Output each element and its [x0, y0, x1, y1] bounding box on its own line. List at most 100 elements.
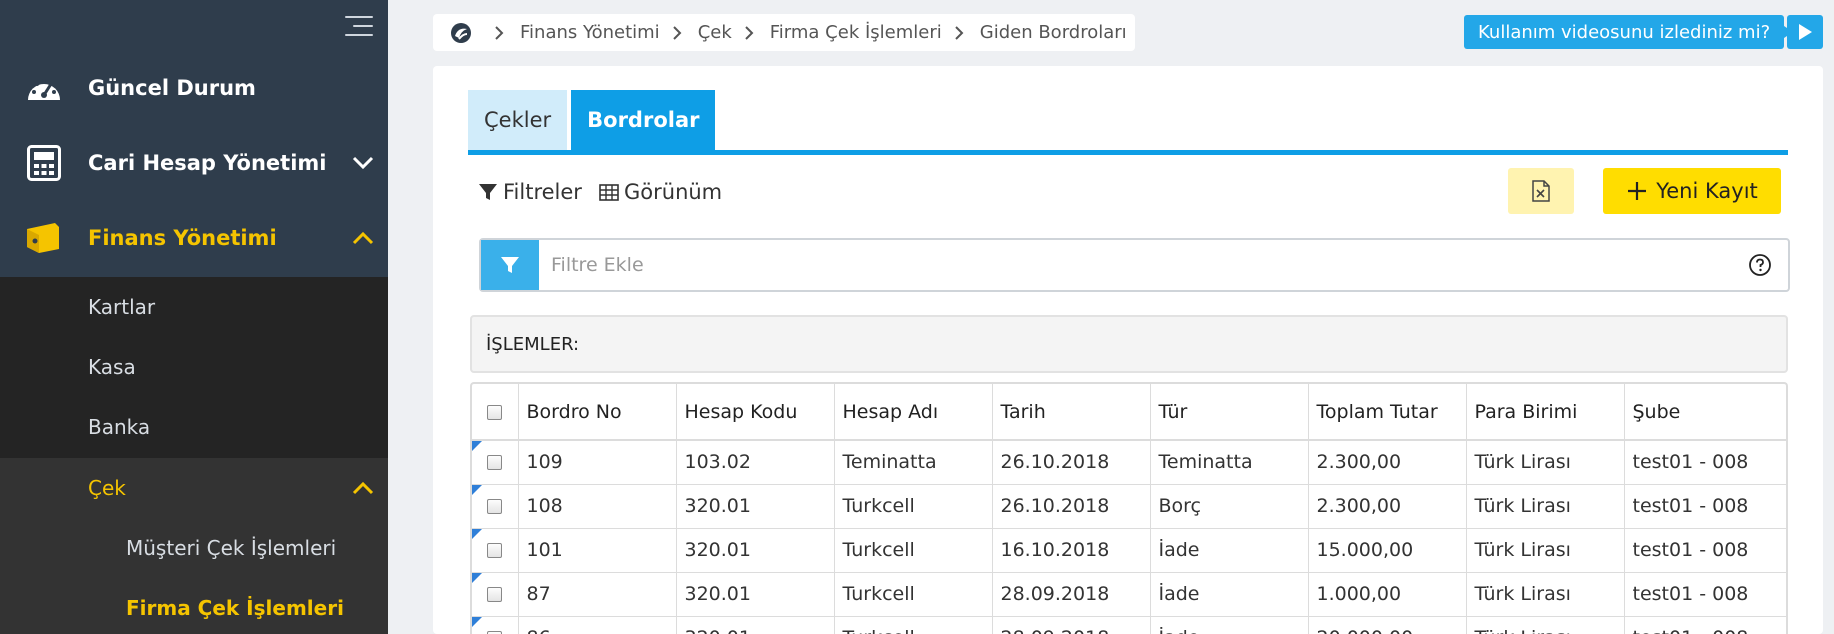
table-cell: 109 — [518, 440, 677, 485]
sidebar-item-label: Kasa — [88, 355, 136, 379]
select-all-checkbox[interactable] — [487, 404, 503, 420]
table-row[interactable]: 86320.01Turkcell28.09.2018İade20.000,00T… — [472, 616, 1786, 634]
select-all-cell — [472, 384, 519, 441]
home-logo-icon[interactable] — [450, 22, 472, 44]
table-cell: Türk Lirası — [1466, 572, 1625, 617]
table-cell: Borç — [1150, 484, 1309, 529]
row-marker — [472, 572, 482, 583]
row-select-cell — [472, 484, 519, 529]
row-marker — [472, 528, 482, 539]
column-header[interactable]: Tür — [1150, 384, 1309, 441]
sidebar-item-banka[interactable]: Banka — [0, 397, 388, 457]
breadcrumb-item[interactable]: Çek — [698, 22, 732, 43]
table-header-row: Bordro No Hesap Kodu Hesap Adı Tarih Tür… — [472, 384, 1786, 441]
row-checkbox[interactable] — [487, 587, 503, 602]
row-select-cell — [472, 572, 519, 617]
table-body: 109 103.02 Teminatta 26.10.2018 Teminatta 2.3… — [472, 440, 1786, 634]
filters-toggle[interactable]: Filtreler — [477, 180, 582, 204]
tab-underline — [468, 150, 1788, 155]
column-header[interactable]: Hesap Adı — [834, 384, 993, 441]
sidebar-item-label: Kartlar — [88, 295, 156, 319]
operations-bar: İŞLEMLER: — [470, 315, 1788, 373]
row-checkbox[interactable] — [487, 543, 503, 558]
row-marker — [472, 484, 482, 495]
table-row[interactable]: 109 103.02 Teminatta 26.10.2018 Teminatta 2.3… — [472, 440, 1786, 485]
tab-label: Bordrolar — [587, 108, 700, 132]
column-header[interactable]: Hesap Kodu — [676, 384, 835, 441]
calculator-icon — [24, 143, 64, 183]
table-cell: 320.01 — [676, 572, 835, 617]
sidebar-item-kartlar[interactable]: Kartlar — [0, 277, 388, 337]
table-cell: İade — [1150, 616, 1309, 634]
sidebar-item-cari-hesap[interactable]: Cari Hesap Yönetimi — [0, 125, 388, 200]
sidebar-item-kasa[interactable]: Kasa — [0, 337, 388, 397]
table-row[interactable]: 101 320.01 Turkcell 16.10.2018 İade 15.000,00… — [472, 528, 1786, 573]
video-play-button[interactable] — [1787, 15, 1823, 49]
table-cell: Turkcell — [834, 572, 993, 617]
table-cell: test01 - 008 — [1624, 572, 1786, 617]
sidebar-item-finans-yonetimi[interactable]: Finans Yönetimi — [0, 200, 388, 275]
table-cell: Türk Lirası — [1466, 528, 1625, 573]
play-icon — [1799, 24, 1812, 40]
breadcrumb-item[interactable]: Finans Yönetimi — [520, 22, 660, 43]
table-cell: 320.01 — [676, 616, 835, 634]
chevron-right-icon — [745, 25, 754, 40]
table-cell: 26.10.2018 — [992, 484, 1151, 529]
tab-label: Çekler — [484, 108, 552, 132]
row-checkbox[interactable] — [487, 455, 503, 471]
view-toggle[interactable]: Görünüm — [598, 180, 722, 204]
breadcrumb-item[interactable]: Firma Çek İşlemleri — [770, 22, 942, 43]
table-cell: 108 — [518, 484, 677, 529]
chevron-right-icon — [495, 25, 504, 40]
plus-icon — [1628, 182, 1647, 200]
main-panel: Çekler Bordrolar Filtreler Görünüm Yeni … — [433, 66, 1823, 634]
column-header[interactable]: Bordro No — [518, 384, 677, 441]
sidebar-item-label: Çek — [88, 476, 126, 500]
table-cell: Turkcell — [834, 616, 993, 634]
table-cell: 26.10.2018 — [992, 440, 1151, 485]
column-header[interactable]: Tarih — [992, 384, 1151, 441]
row-checkbox[interactable] — [487, 499, 503, 514]
chevron-right-icon — [672, 25, 682, 40]
column-header[interactable]: Toplam Tutar — [1308, 384, 1467, 441]
sidebar-item-label: Finans Yönetimi — [88, 225, 277, 250]
table-row[interactable]: 87 320.01 Turkcell 28.09.2018 İade 1.000,00 Tü… — [472, 572, 1786, 617]
sidebar-item-musteri-cek[interactable]: Müşteri Çek İşlemleri — [0, 518, 388, 578]
sidebar-item-firma-cek[interactable]: Firma Çek İşlemleri — [0, 578, 388, 634]
table-cell: 15.000,00 — [1308, 528, 1467, 573]
tab-bordrolar[interactable]: Bordrolar — [571, 90, 716, 150]
excel-export-button[interactable] — [1508, 168, 1574, 214]
video-tip-bubble[interactable]: Kullanım videosunu izlediniz mi? — [1464, 15, 1794, 49]
funnel-icon — [479, 184, 497, 200]
breadcrumb: Finans Yönetimi Çek Firma Çek İşlemleri … — [433, 14, 1135, 51]
table-cell: Türk Lirası — [1466, 616, 1625, 634]
table-cell: test01 - 008 — [1624, 616, 1786, 634]
sidebar-item-guncel-durum[interactable]: Güncel Durum — [0, 50, 388, 125]
table-cell: Turkcell — [834, 484, 993, 529]
cek-submenu: Çek Müşteri Çek İşlemleri Firma Çek İşle… — [0, 458, 388, 634]
table-cell: 101 — [518, 528, 677, 573]
wallet-icon — [24, 218, 64, 258]
row-marker — [472, 616, 482, 627]
table-cell: 2.300,00 — [1308, 440, 1467, 485]
table-cell: 16.10.2018 — [992, 528, 1151, 573]
table-cell: 2.300,00 — [1308, 484, 1467, 529]
column-header[interactable]: Şube — [1624, 384, 1786, 441]
sidebar-item-cek[interactable]: Çek — [0, 458, 388, 518]
table-cell: 28.09.2018 — [992, 616, 1151, 634]
chevron-right-icon — [955, 25, 964, 40]
column-header[interactable]: Para Birimi — [1466, 384, 1625, 441]
records-table: Bordro No Hesap Kodu Hesap Adı Tarih Tür… — [472, 384, 1786, 634]
table-grid-icon — [599, 184, 619, 201]
filter-input[interactable] — [539, 240, 1748, 290]
table-cell: İade — [1150, 528, 1309, 573]
new-record-button[interactable]: Yeni Kayıt — [1603, 168, 1781, 214]
table-cell: 1.000,00 — [1308, 572, 1467, 617]
hamburger-menu-icon[interactable] — [345, 14, 373, 38]
help-icon[interactable] — [1748, 253, 1772, 277]
tab-cekler[interactable]: Çekler — [468, 90, 568, 150]
finans-submenu: Kartlar Kasa Banka — [0, 277, 388, 458]
table-row[interactable]: 108 320.01 Turkcell 26.10.2018 Borç 2.300,00 T… — [472, 484, 1786, 529]
excel-file-icon — [1532, 180, 1550, 202]
filter-button[interactable] — [481, 240, 539, 290]
